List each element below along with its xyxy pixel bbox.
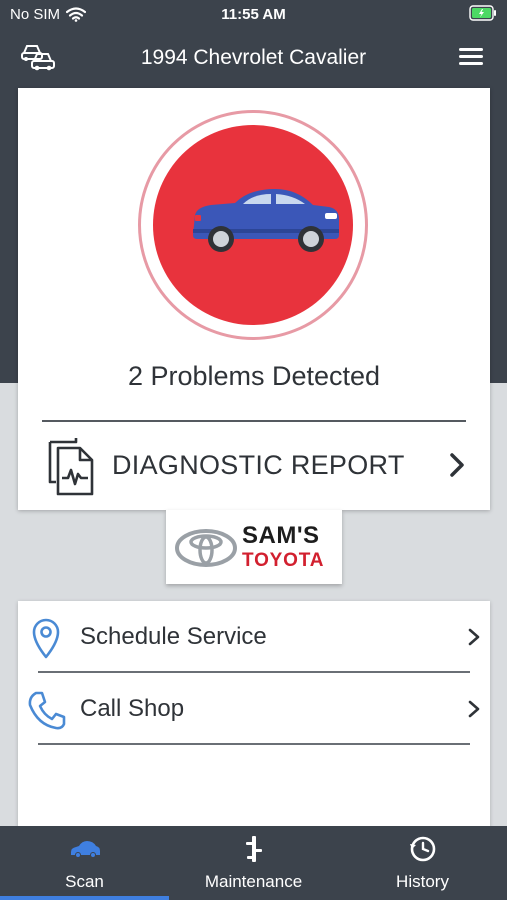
document-icon (48, 438, 94, 496)
diagnostic-report-button[interactable]: DIAGNOSTIC REPORT (42, 432, 470, 498)
car-icon (70, 841, 100, 858)
vehicle-title: 1994 Chevrolet Cavalier (140, 46, 367, 69)
tab-maintenance[interactable]: Maintenance (169, 826, 338, 900)
wrench-icon (245, 836, 262, 862)
chevron-right-icon (468, 700, 480, 718)
menu-icon[interactable] (459, 48, 483, 68)
phone-icon (28, 691, 66, 730)
dealer-brand: TOYOTA (242, 550, 325, 571)
status-bar: No SIM 11:55 AM (0, 0, 507, 30)
chevron-right-icon (468, 628, 480, 646)
toyota-logo-icon (175, 529, 237, 567)
tab-scan[interactable]: Scan (0, 826, 169, 900)
problems-detected-label: 2 Problems Detected (127, 361, 381, 391)
tab-bar: Scan Maintenance History (0, 826, 507, 900)
history-icon (409, 836, 435, 862)
tab-maintenance-label: Maintenance (204, 872, 303, 891)
divider (38, 743, 470, 745)
diagnostic-report-label: DIAGNOSTIC REPORT (112, 450, 405, 480)
call-shop-label: Call Shop (80, 695, 185, 722)
tab-history[interactable]: History (338, 826, 507, 900)
schedule-service-row[interactable]: Schedule Service (18, 601, 490, 673)
call-shop-row[interactable]: Call Shop (18, 673, 490, 745)
location-pin-icon (32, 618, 60, 659)
battery-icon (469, 5, 496, 21)
alert-circle (153, 125, 353, 325)
app-header: 1994 Chevrolet Cavalier (0, 30, 507, 86)
schedule-service-label: Schedule Service (80, 623, 267, 650)
divider (42, 420, 466, 422)
dealer-name: SAM'S (242, 522, 320, 549)
tab-history-label: History (396, 872, 449, 891)
car-icon (193, 189, 339, 252)
scan-card: 2 Problems Detected DIAGNOSTIC REPORT (18, 88, 490, 510)
actions-card: Schedule Service Call Shop (18, 601, 490, 831)
dealer-logo[interactable]: SAM'S TOYOTA (166, 510, 342, 584)
status-time: 11:55 AM (221, 6, 286, 23)
vehicle-status-indicator (138, 110, 368, 340)
chevron-right-icon (450, 453, 464, 477)
tab-scan-label: Scan (65, 872, 104, 891)
